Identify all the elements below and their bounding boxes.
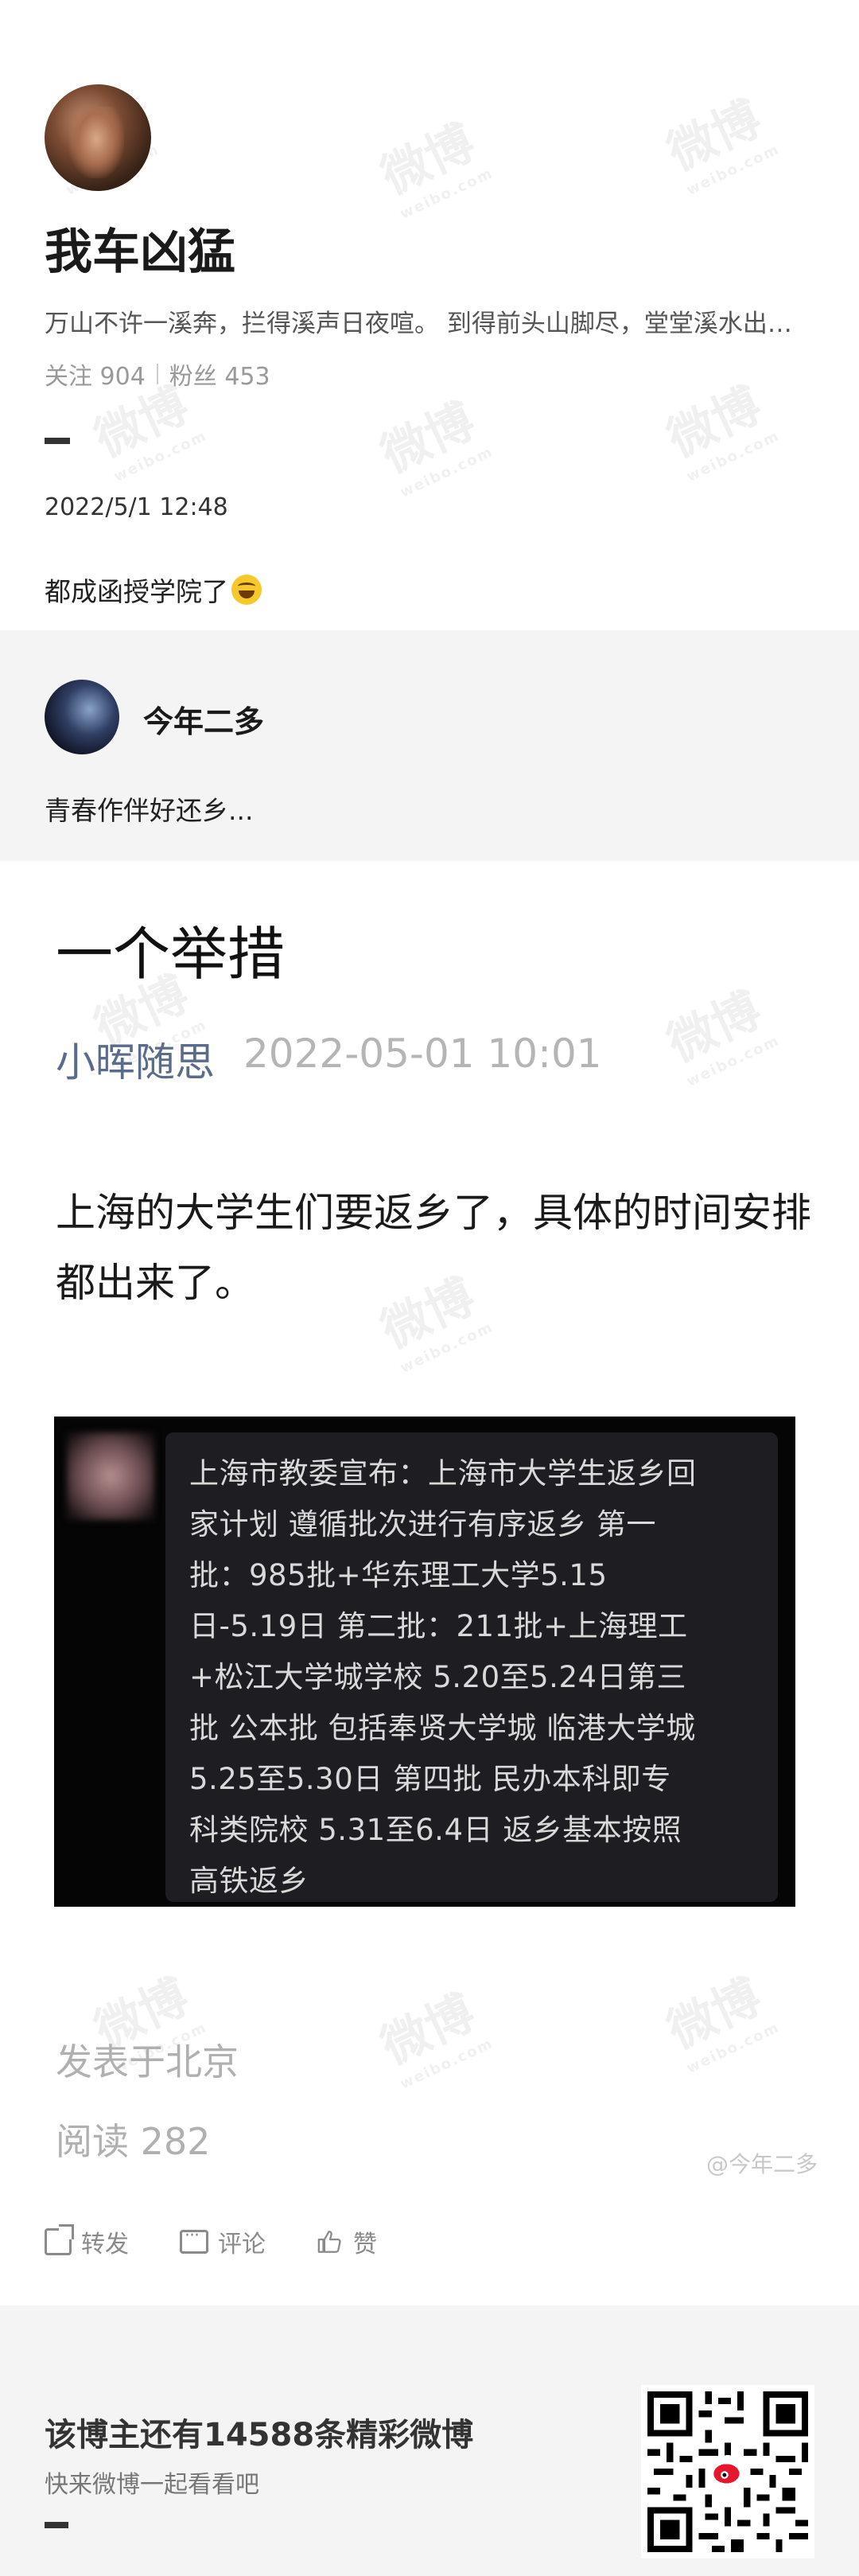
stats-divider bbox=[156, 364, 158, 384]
thumbs-up-icon bbox=[317, 2231, 341, 2253]
profile-name[interactable]: 我车凶猛 bbox=[45, 213, 824, 283]
comment-label: 评论 bbox=[218, 2231, 266, 2258]
fans-count[interactable]: 粉丝 453 bbox=[169, 357, 270, 392]
footer-promo: 该博主还有14588条精彩微博 快来微博一起看看吧 bbox=[0, 2305, 859, 2576]
watermark: 微博weibo.com bbox=[659, 1968, 783, 2077]
comment-icon bbox=[180, 2226, 208, 2254]
article-author[interactable]: 小晖随思 bbox=[56, 1031, 215, 1088]
quoted-user-name[interactable]: 今年二多 bbox=[143, 697, 264, 741]
share-button[interactable]: 转发 bbox=[45, 2224, 129, 2259]
section-dash bbox=[45, 438, 70, 444]
watermark: 微博weibo.com bbox=[373, 1984, 496, 2093]
like-label: 赞 bbox=[353, 2231, 377, 2258]
watermark: 微博weibo.com bbox=[659, 981, 783, 1090]
image-notice-text: 上海市教委宣布：上海市大学生返乡回家计划 遵循批次进行有序返乡 第一批：985批… bbox=[189, 1456, 697, 1898]
quoted-user-card[interactable]: 今年二多 青春作伴好还乡... bbox=[0, 630, 859, 861]
share-icon bbox=[45, 2228, 72, 2255]
post-text: 都成函授学院了 bbox=[45, 571, 824, 609]
profile-bio: 万山不许一溪奔，拦得溪声日夜喧。 到得前头山脚尽，堂堂溪水出… bbox=[45, 310, 792, 338]
follow-count[interactable]: 关注 904 bbox=[45, 357, 146, 392]
avatar[interactable] bbox=[45, 84, 151, 191]
qr-code[interactable] bbox=[641, 2385, 814, 2558]
footer-title: 该博主还有14588条精彩微博 bbox=[45, 2417, 474, 2453]
article-title: 一个举措 bbox=[56, 921, 286, 988]
blurred-avatar bbox=[67, 1432, 154, 1520]
article-image[interactable]: 上海市教委宣布：上海市大学生返乡回家计划 遵循批次进行有序返乡 第一批：985批… bbox=[54, 1417, 795, 1907]
quoted-user-avatar[interactable] bbox=[45, 680, 119, 754]
comment-button[interactable]: 评论 bbox=[180, 2224, 266, 2259]
read-count: 阅读 282 bbox=[56, 2120, 211, 2163]
footer-subtitle: 快来微博一起看看吧 bbox=[45, 2471, 259, 2499]
footer-dash bbox=[45, 2522, 68, 2528]
action-bar: 转发 评论 赞 bbox=[45, 2224, 377, 2259]
laughing-emoji-icon bbox=[231, 575, 262, 605]
post-location: 发表于北京 bbox=[56, 2040, 239, 2083]
post-text-content: 都成函授学院了 bbox=[45, 576, 228, 607]
profile-header: 我车凶猛 万山不许一溪奔，拦得溪声日夜喧。 到得前头山脚尽，堂堂溪水出… 关注 … bbox=[45, 84, 824, 609]
qr-code-icon bbox=[647, 2391, 808, 2552]
image-signature: @今年二多 bbox=[706, 2151, 818, 2177]
article-time: 2022-05-01 10:01 bbox=[243, 1031, 602, 1077]
share-label: 转发 bbox=[81, 2231, 129, 2258]
quoted-user-text: 青春作伴好还乡... bbox=[45, 795, 254, 826]
post-date: 2022/5/1 12:48 bbox=[45, 493, 228, 521]
article-body: 上海的大学生们要返乡了，具体的时间安排都出来了。 bbox=[56, 1190, 811, 1306]
article-meta: 小晖随思 2022-05-01 10:01 bbox=[56, 1031, 602, 1088]
like-button[interactable]: 赞 bbox=[317, 2224, 377, 2259]
profile-stats: 关注 904 粉丝 453 bbox=[45, 357, 824, 392]
page: 微博 weibo.com 微博 weibo.com 微博 weibo.com 微博 we… bbox=[0, 0, 859, 2576]
